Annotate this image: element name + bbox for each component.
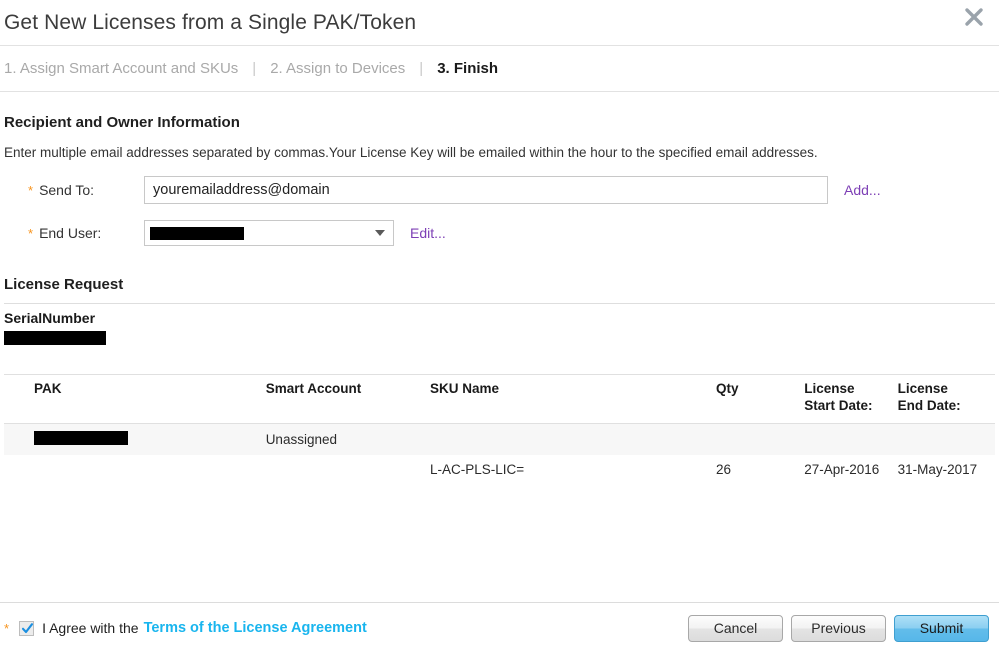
column-header-license-start-date: License Start Date: <box>804 375 897 424</box>
step-separator: | <box>419 60 423 77</box>
page-title: Get New Licenses from a Single PAK/Token <box>4 11 416 35</box>
license-request-divider <box>4 303 995 304</box>
end-user-select[interactable] <box>144 220 394 246</box>
dialog-header: Get New Licenses from a Single PAK/Token <box>0 0 999 45</box>
column-header-smart-account: Smart Account <box>266 375 430 424</box>
column-header-start-line2: Start Date: <box>804 398 872 413</box>
send-to-input[interactable] <box>144 176 828 204</box>
recipient-description: Enter multiple email addresses separated… <box>4 145 995 160</box>
serial-number-redacted-value <box>4 331 106 345</box>
send-to-row: * Send To: Add... <box>4 176 995 204</box>
column-header-end-line1: License <box>898 381 948 396</box>
send-to-label-text: Send To: <box>39 182 94 198</box>
wizard-step-1[interactable]: 1. Assign Smart Account and SKUs <box>4 60 238 77</box>
cell-end-date <box>898 423 995 455</box>
wizard-step-3[interactable]: 3. Finish <box>437 60 498 77</box>
cell-start-date <box>804 423 897 455</box>
cell-sku-name: L-AC-PLS-LIC= <box>430 455 716 484</box>
wizard-step-2[interactable]: 2. Assign to Devices <box>270 60 405 77</box>
license-request-title: License Request <box>4 276 995 293</box>
table-header-row: PAK Smart Account SKU Name Qty License S… <box>4 375 995 424</box>
table-row: Unassigned <box>4 423 995 455</box>
required-asterisk-icon: * <box>28 184 33 197</box>
recipient-section-title: Recipient and Owner Information <box>4 114 995 131</box>
agree-label: I Agree with the <box>42 620 139 636</box>
dialog-footer: * I Agree with the Terms of the License … <box>0 603 999 653</box>
steps-divider <box>0 91 999 92</box>
cell-start-date: 27-Apr-2016 <box>804 455 897 484</box>
column-header-license-end-date: License End Date: <box>898 375 995 424</box>
table-row: L-AC-PLS-LIC= 26 27-Apr-2016 31-May-2017 <box>4 455 995 484</box>
license-request-table: PAK Smart Account SKU Name Qty License S… <box>4 374 995 484</box>
cell-pak <box>4 455 266 484</box>
chevron-down-icon[interactable] <box>375 230 385 236</box>
main-content: Recipient and Owner Information Enter mu… <box>0 114 999 484</box>
terms-of-license-agreement-link[interactable]: Terms of the License Agreement <box>144 620 367 636</box>
required-asterisk-icon: * <box>4 622 9 635</box>
wizard-steps: 1. Assign Smart Account and SKUs | 2. As… <box>0 46 999 91</box>
end-user-redacted-value <box>150 227 244 240</box>
cell-qty <box>716 423 804 455</box>
cell-pak <box>4 423 266 455</box>
end-user-label-text: End User: <box>39 225 101 241</box>
edit-end-user-link[interactable]: Edit... <box>410 225 446 241</box>
cancel-button[interactable]: Cancel <box>688 615 783 642</box>
step-separator: | <box>252 60 256 77</box>
column-header-sku-name: SKU Name <box>430 375 716 424</box>
column-header-qty: Qty <box>716 375 804 424</box>
agree-checkbox[interactable] <box>19 621 34 636</box>
serial-number-header: SerialNumber <box>4 310 995 326</box>
cell-end-date: 31-May-2017 <box>898 455 995 484</box>
pak-redacted-value <box>34 431 128 445</box>
cell-smart-account <box>266 455 430 484</box>
end-user-label: * End User: <box>4 225 144 241</box>
send-to-label: * Send To: <box>4 182 144 198</box>
close-icon[interactable] <box>961 4 987 30</box>
column-header-end-line2: End Date: <box>898 398 961 413</box>
column-header-pak: PAK <box>4 375 266 424</box>
cell-smart-account: Unassigned <box>266 423 430 455</box>
cell-qty: 26 <box>716 455 804 484</box>
end-user-row: * End User: Edit... <box>4 220 995 246</box>
required-asterisk-icon: * <box>28 227 33 240</box>
submit-button[interactable]: Submit <box>894 615 989 642</box>
previous-button[interactable]: Previous <box>791 615 886 642</box>
column-header-start-line1: License <box>804 381 854 396</box>
add-recipient-link[interactable]: Add... <box>844 182 881 198</box>
agreement-area: * I Agree with the Terms of the License … <box>4 620 680 636</box>
cell-sku-name <box>430 423 716 455</box>
